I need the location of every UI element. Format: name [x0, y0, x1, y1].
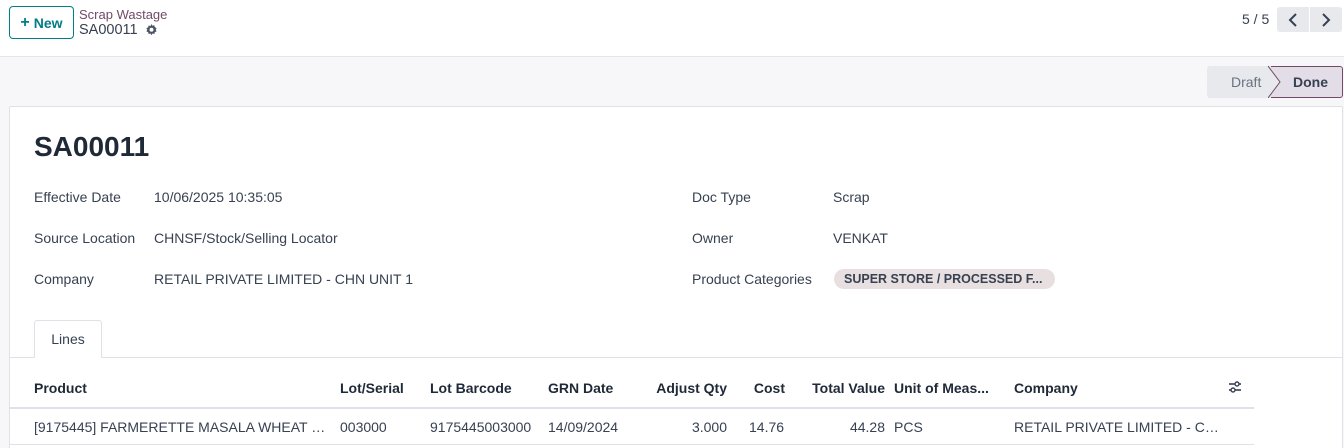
column-cost[interactable]: Cost: [737, 380, 785, 396]
column-lot-barcode[interactable]: Lot Barcode: [430, 380, 512, 396]
stage-separator: [1268, 66, 1281, 98]
breadcrumb-parent-link[interactable]: Scrap Wastage: [79, 7, 167, 22]
doc-type-label: Doc Type: [692, 189, 751, 205]
new-button[interactable]: + New: [9, 6, 74, 39]
form-sheet: SA00011 Effective Date 10/06/2025 10:35:…: [9, 106, 1343, 448]
column-lot-serial[interactable]: Lot/Serial: [340, 380, 404, 396]
column-unit-of-measure[interactable]: Unit of Meas...: [894, 380, 989, 396]
owner-field[interactable]: VENKAT: [833, 230, 888, 246]
effective-date-label: Effective Date: [34, 189, 121, 205]
cell-grn-date[interactable]: 14/09/2024: [548, 419, 618, 435]
product-category-tag[interactable]: SUPER STORE / PROCESSED F...: [834, 269, 1055, 289]
column-adjust-qty[interactable]: Adjust Qty: [640, 380, 727, 396]
optional-columns-icon[interactable]: [1228, 380, 1242, 394]
gear-icon[interactable]: [145, 23, 158, 37]
source-location-field[interactable]: CHNSF/Stock/Selling Locator: [154, 230, 338, 246]
cell-total-value[interactable]: 44.28: [795, 419, 885, 435]
control-panel: + New Scrap Wastage SA00011 5 / 5: [0, 0, 1344, 57]
column-company[interactable]: Company: [1014, 380, 1078, 396]
doc-type-field[interactable]: Scrap: [833, 189, 870, 205]
column-total-value[interactable]: Total Value: [795, 380, 885, 396]
cell-lot-serial[interactable]: 003000: [340, 419, 387, 435]
record-title: SA00011: [34, 131, 150, 162]
tab-lines[interactable]: Lines: [34, 320, 102, 358]
company-field[interactable]: RETAIL PRIVATE LIMITED - CHN UNIT 1: [154, 271, 413, 287]
owner-label: Owner: [692, 230, 734, 246]
new-button-label: New: [33, 14, 63, 31]
source-location-label: Source Location: [34, 230, 136, 246]
breadcrumb-current-label: SA00011: [79, 22, 138, 38]
cell-lot-barcode[interactable]: 9175445003000: [430, 419, 531, 435]
plus-icon: +: [20, 13, 30, 31]
cell-company[interactable]: RETAIL PRIVATE LIMITED - CH...: [1014, 419, 1224, 435]
pager-value[interactable]: 5 / 5: [1242, 11, 1269, 27]
table-row[interactable]: [9175445] FARMERETTE MASALA WHEAT P... 0…: [10, 409, 1254, 445]
chevron-left-icon: [1288, 12, 1297, 27]
cell-product[interactable]: [9175445] FARMERETTE MASALA WHEAT P...: [34, 419, 326, 435]
tabs-divider: [10, 357, 1342, 358]
column-product[interactable]: Product: [34, 380, 87, 396]
company-label: Company: [34, 271, 94, 287]
pager-previous-button[interactable]: [1277, 7, 1309, 32]
product-categories-label: Product Categories: [692, 271, 812, 287]
stage-draft[interactable]: Draft: [1207, 66, 1271, 98]
column-grn-date[interactable]: GRN Date: [548, 380, 613, 396]
lines-table-header: Product Lot/Serial Lot Barcode GRN Date …: [10, 369, 1254, 409]
effective-date-field[interactable]: 10/06/2025 10:35:05: [154, 189, 282, 205]
pager-next-button[interactable]: [1310, 7, 1342, 32]
cell-adjust-qty[interactable]: 3.000: [640, 419, 727, 435]
breadcrumb-current: SA00011: [79, 22, 158, 38]
cell-cost[interactable]: 14.76: [749, 419, 784, 435]
status-bar: Draft Done: [1207, 66, 1343, 98]
cell-unit-of-measure[interactable]: PCS: [894, 419, 923, 435]
chevron-right-icon: [1322, 12, 1331, 27]
